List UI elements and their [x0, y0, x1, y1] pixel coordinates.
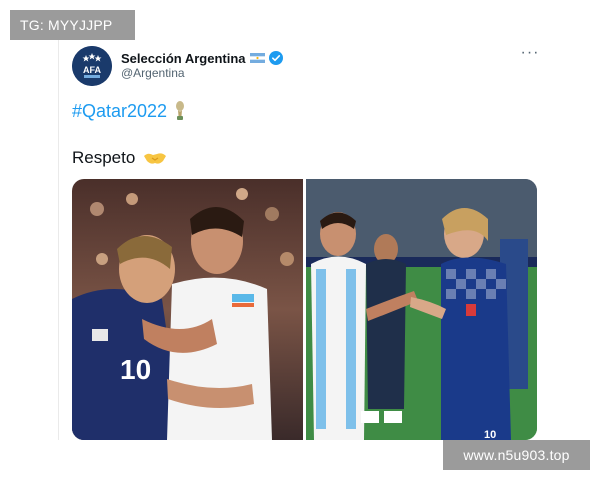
photo-hug[interactable]: 10	[72, 179, 303, 440]
more-options-icon[interactable]: ···	[520, 45, 540, 64]
verified-badge-icon	[268, 51, 283, 65]
jersey-number-left: 10	[120, 354, 151, 385]
watermark-bottom-right: www.n5u903.top	[443, 440, 590, 470]
hashtag-row: #Qatar2022	[72, 100, 187, 122]
avatar-text: AFA	[83, 65, 102, 75]
jersey-number-right: 10	[484, 429, 496, 440]
afa-logo-icon: AFA	[72, 46, 112, 86]
trophy-icon	[173, 100, 187, 122]
hashtag-link[interactable]: #Qatar2022	[72, 101, 167, 122]
author-handle[interactable]: @Argentina	[121, 66, 185, 80]
author-name-row[interactable]: Selección Argentina	[121, 49, 283, 67]
author-display-name[interactable]: Selección Argentina	[121, 51, 246, 66]
tweet-card-border	[58, 40, 59, 440]
handshake-icon	[143, 150, 167, 166]
tweet-media-grid[interactable]: 10 10	[72, 179, 537, 440]
tweet-text-row: Respeto	[72, 148, 167, 168]
photo-handshake[interactable]: 10	[306, 179, 537, 440]
argentina-flag-icon	[249, 53, 265, 63]
avatar[interactable]: AFA	[72, 46, 112, 86]
tweet-text: Respeto	[72, 148, 136, 167]
watermark-top-left: TG: MYYJJPP	[10, 10, 135, 40]
